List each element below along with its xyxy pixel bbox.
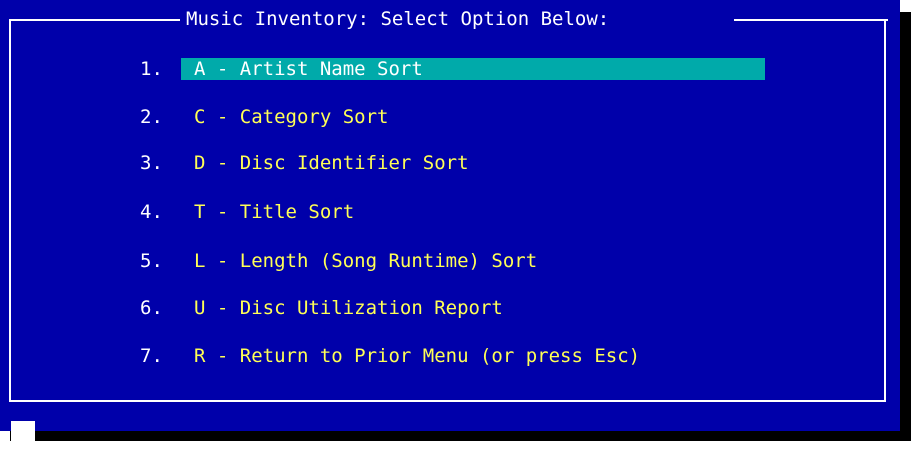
menu-option-disc-utilization-report[interactable]: 6. U - Disc Utilization Report (140, 294, 503, 322)
option-number: 6. (140, 297, 163, 319)
option-label: T - Title Sort (194, 201, 355, 223)
option-label: D - Disc Identifier Sort (194, 152, 469, 174)
option-number: 2. (140, 106, 163, 128)
menu-option-return-to-prior-menu[interactable]: 7. R - Return to Prior Menu (or press Es… (140, 342, 640, 370)
window-shadow-right (900, 12, 911, 441)
menu-option-category-sort[interactable]: 2. C - Category Sort (140, 103, 388, 131)
frame-top-border-right (734, 19, 888, 21)
option-label: L - Length (Song Runtime) Sort (194, 250, 538, 272)
option-label: R - Return to Prior Menu (or press Esc) (194, 345, 641, 367)
option-number: 1. (140, 58, 163, 80)
menu-window: Music Inventory: Select Option Below: 1.… (0, 0, 900, 431)
option-number: 7. (140, 345, 163, 367)
option-label: U - Disc Utilization Report (194, 297, 503, 319)
frame-top-border-left (9, 19, 180, 21)
option-label: C - Category Sort (194, 106, 389, 128)
option-number: 3. (140, 152, 163, 174)
text-cursor (11, 421, 35, 441)
option-number: 4. (140, 201, 163, 223)
menu-option-disc-identifier-sort[interactable]: 3. D - Disc Identifier Sort (140, 149, 469, 177)
option-number: 5. (140, 250, 163, 272)
terminal-screen: Music Inventory: Select Option Below: 1.… (0, 0, 911, 441)
menu-title: Music Inventory: Select Option Below: (186, 8, 610, 30)
menu-option-artist-name-sort[interactable]: 1. A - Artist Name Sort (140, 55, 423, 83)
menu-option-length-sort[interactable]: 5. L - Length (Song Runtime) Sort (140, 247, 537, 275)
option-label: A - Artist Name Sort (194, 58, 423, 80)
menu-option-title-sort[interactable]: 4. T - Title Sort (140, 198, 354, 226)
